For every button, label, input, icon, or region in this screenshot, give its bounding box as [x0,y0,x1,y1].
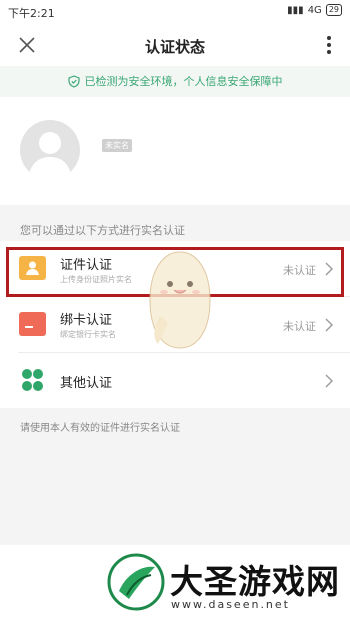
status-time: 下午2:21 [8,7,55,20]
grid-dots-icon [19,368,46,392]
more-menu-icon[interactable] [326,34,332,56]
site-logo-icon [107,553,165,611]
other-auth-row[interactable]: 其他认证 [0,353,350,408]
safety-text: 已检测为安全环境，个人信息安全保障中 [84,75,283,88]
status-icons: ▮▮▮ 4G 29 [287,4,342,16]
site-url: www.daseen.net [171,598,290,611]
battery-icon: 29 [325,4,342,16]
profile-section: 未实名 [0,97,350,205]
safety-banner: 已检测为安全环境，个人信息安全保障中 [0,66,350,96]
site-name: 大圣游戏网 [170,562,340,601]
avatar[interactable] [20,120,80,180]
nav-bar: 认证状态 [0,24,350,66]
row-subtitle: 绑定银行卡实名 [60,330,116,339]
user-placeholder-icon [28,132,72,180]
row-title: 其他认证 [60,376,113,391]
network-label: 4G [307,4,322,16]
status-bar: 下午2:21 ▮▮▮ 4G 29 [0,0,350,24]
site-watermark: 大圣游戏网 www.daseen.net [0,545,350,622]
page-title: 认证状态 [144,38,205,56]
shield-icon [67,74,80,88]
chevron-right-icon [325,318,333,332]
signal-icon: ▮▮▮ [287,4,304,16]
bank-card-icon [19,312,46,336]
chevron-right-icon [325,374,333,388]
row-title: 绑卡认证 [60,313,113,328]
row-status: 未认证 [283,320,316,333]
mascot-watermark [149,251,211,349]
footer-hint: 请使用本人有效的证件进行实名认证 [20,423,180,434]
section-hint: 您可以通过以下方式进行实名认证 [20,224,185,237]
realname-badge: 未实名 [102,139,132,152]
